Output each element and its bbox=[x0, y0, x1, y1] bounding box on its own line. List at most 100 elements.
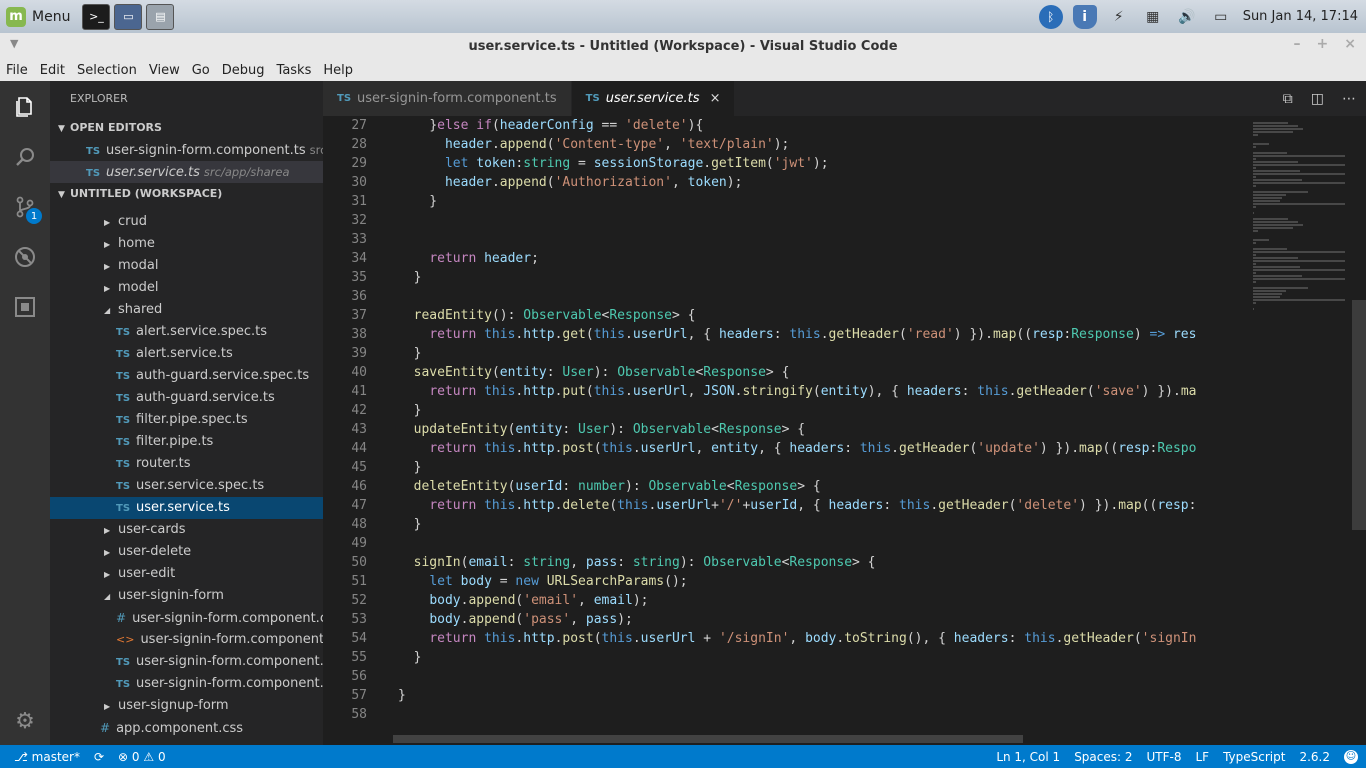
code-line: 55 } bbox=[323, 648, 1251, 667]
css-file-icon: # bbox=[100, 721, 111, 735]
tree-file[interactable]: TS user-signin-form.component.s... bbox=[50, 651, 323, 673]
tab-user-signin-form-component[interactable]: TS user-signin-form.component.ts bbox=[323, 81, 572, 116]
problems-indicator[interactable]: ⊗ 0 ⚠ 0 bbox=[118, 750, 166, 764]
tree-folder[interactable]: ▶ home bbox=[50, 233, 323, 255]
open-editor-item[interactable]: TS user-signin-form.component.tssrc... bbox=[50, 139, 323, 161]
horizontal-scrollbar[interactable] bbox=[393, 735, 1023, 743]
tree-folder[interactable]: ▶ user-cards bbox=[50, 519, 323, 541]
tree-folder[interactable]: ◢ shared bbox=[50, 299, 323, 321]
window-menu-icon[interactable]: ▼ bbox=[10, 37, 18, 50]
tree-folder[interactable]: ▶ user-edit bbox=[50, 563, 323, 585]
terminal-launcher-icon[interactable]: >_ bbox=[82, 3, 111, 30]
minimap-line bbox=[1253, 263, 1256, 265]
typescript-file-icon: TS bbox=[116, 657, 131, 668]
code-text: return this.http.post(this.userUrl, enti… bbox=[429, 441, 1197, 456]
menu-go[interactable]: Go bbox=[192, 63, 210, 78]
tree-folder[interactable]: ◢ user-signin-form bbox=[50, 585, 323, 607]
code-line: 53 body.append('pass', pass); bbox=[323, 610, 1251, 629]
code-line: 48 } bbox=[323, 515, 1251, 534]
workspace-header[interactable]: ▼ UNTITLED (WORKSPACE) bbox=[50, 183, 323, 205]
menu-tasks[interactable]: Tasks bbox=[277, 63, 312, 78]
window-titlebar: ▼ user.service.ts - Untitled (Workspace)… bbox=[0, 33, 1366, 59]
window-launcher-icon[interactable]: ▤ bbox=[146, 3, 175, 30]
menu-edit[interactable]: Edit bbox=[40, 63, 65, 78]
tree-file[interactable]: # user-signin-form.component.css bbox=[50, 607, 323, 629]
tree-file[interactable]: TS router.ts bbox=[50, 453, 323, 475]
battery-icon[interactable]: ▭ bbox=[1209, 5, 1233, 29]
minimap-line bbox=[1253, 146, 1256, 148]
line-number: 55 bbox=[351, 650, 367, 665]
code-line: 52 body.append('email', email); bbox=[323, 591, 1251, 610]
minimap-line bbox=[1253, 161, 1298, 163]
maximize-button[interactable]: + bbox=[1317, 36, 1329, 52]
minimap-line bbox=[1253, 179, 1302, 181]
line-number: 46 bbox=[351, 479, 367, 494]
network-icon[interactable]: ⚡ bbox=[1107, 5, 1131, 29]
git-branch[interactable]: ⎇ master* bbox=[14, 750, 80, 764]
tree-file[interactable]: # app.component.css bbox=[50, 717, 323, 739]
tree-file[interactable]: <> user-signin-form.component.h... bbox=[50, 629, 323, 651]
typescript-version[interactable]: 2.6.2 bbox=[1299, 750, 1330, 764]
code-editor[interactable]: 27 }else if(headerConfig == 'delete'){28… bbox=[323, 116, 1251, 745]
tree-folder[interactable]: ▶ crud bbox=[50, 211, 323, 233]
code-line: 40 saveEntity(entity: User): Observable<… bbox=[323, 363, 1251, 382]
language-mode[interactable]: TypeScript bbox=[1223, 750, 1285, 764]
close-tab-icon[interactable]: × bbox=[710, 91, 721, 106]
tree-file[interactable]: TS user-signin-form.component.ts bbox=[50, 673, 323, 695]
code-line: 45 } bbox=[323, 458, 1251, 477]
open-editor-item-active[interactable]: TS user.service.ts src/app/sharea bbox=[50, 161, 323, 183]
search-icon[interactable] bbox=[0, 133, 50, 181]
editor-tab-bar: TS user-signin-form.component.ts TS user… bbox=[323, 81, 1366, 116]
explorer-icon[interactable] bbox=[0, 83, 50, 131]
volume-icon[interactable]: 🔊 bbox=[1175, 5, 1199, 29]
menu-debug[interactable]: Debug bbox=[222, 63, 265, 78]
encoding[interactable]: UTF-8 bbox=[1147, 750, 1182, 764]
start-menu-button[interactable]: m Menu bbox=[0, 0, 78, 33]
split-editor-icon[interactable]: ◫ bbox=[1311, 91, 1324, 107]
debug-icon[interactable] bbox=[0, 233, 50, 281]
file-manager-launcher-icon[interactable]: ▭ bbox=[114, 3, 143, 30]
menu-file[interactable]: File bbox=[6, 63, 28, 78]
close-window-button[interactable]: × bbox=[1344, 36, 1356, 52]
tree-file[interactable]: TS auth-guard.service.ts bbox=[50, 387, 323, 409]
typescript-file-icon: TS bbox=[116, 371, 131, 382]
code-text: header.append('Authorization', token); bbox=[444, 175, 743, 190]
more-actions-icon[interactable]: ⋯ bbox=[1342, 91, 1356, 107]
sync-icon[interactable]: ⟳ bbox=[94, 750, 104, 764]
feedback-smiley-icon[interactable]: ☺ bbox=[1344, 749, 1358, 764]
menu-selection[interactable]: Selection bbox=[77, 63, 137, 78]
minimap-line bbox=[1253, 152, 1288, 154]
tree-folder[interactable]: ▶ user-delete bbox=[50, 541, 323, 563]
tree-file[interactable]: TS alert.service.spec.ts bbox=[50, 321, 323, 343]
media-icon[interactable]: ▦ bbox=[1141, 5, 1165, 29]
minimap[interactable] bbox=[1251, 116, 1351, 745]
minimize-button[interactable]: – bbox=[1294, 36, 1301, 52]
source-control-icon[interactable] bbox=[0, 183, 50, 231]
bluetooth-icon[interactable]: ᛒ bbox=[1038, 4, 1063, 29]
tab-user-service[interactable]: TS user.service.ts × bbox=[571, 81, 736, 116]
update-shield-icon[interactable]: i bbox=[1072, 4, 1097, 29]
tree-file[interactable]: TS alert.service.ts bbox=[50, 343, 323, 365]
tree-folder[interactable]: ▶ user-signup-form bbox=[50, 695, 323, 717]
tree-file[interactable]: TS filter.pipe.spec.ts bbox=[50, 409, 323, 431]
tree-folder[interactable]: ▶ modal bbox=[50, 255, 323, 277]
minimap-line bbox=[1253, 182, 1345, 184]
tree-file[interactable]: TS filter.pipe.ts bbox=[50, 431, 323, 453]
open-changes-icon[interactable]: ⧉ bbox=[1283, 91, 1293, 107]
menu-view[interactable]: View bbox=[149, 63, 180, 78]
clock[interactable]: Sun Jan 14, 17:14 bbox=[1243, 9, 1366, 24]
indentation[interactable]: Spaces: 2 bbox=[1074, 750, 1132, 764]
extensions-icon[interactable] bbox=[0, 283, 50, 331]
open-editors-header[interactable]: ▼ OPEN EDITORS bbox=[50, 117, 323, 139]
end-of-line[interactable]: LF bbox=[1195, 750, 1209, 764]
tree-file[interactable]: TS auth-guard.service.spec.ts bbox=[50, 365, 323, 387]
cursor-position[interactable]: Ln 1, Col 1 bbox=[996, 750, 1060, 764]
line-number: 53 bbox=[351, 612, 367, 627]
code-line: 33 bbox=[323, 230, 1251, 249]
settings-gear-icon[interactable]: ⚙ bbox=[0, 697, 50, 745]
tree-folder[interactable]: ▶ model bbox=[50, 277, 323, 299]
vertical-scrollbar[interactable] bbox=[1352, 300, 1366, 530]
tree-file[interactable]: TS user.service.ts bbox=[50, 497, 323, 519]
menu-help[interactable]: Help bbox=[323, 63, 353, 78]
tree-file[interactable]: TS user.service.spec.ts bbox=[50, 475, 323, 497]
